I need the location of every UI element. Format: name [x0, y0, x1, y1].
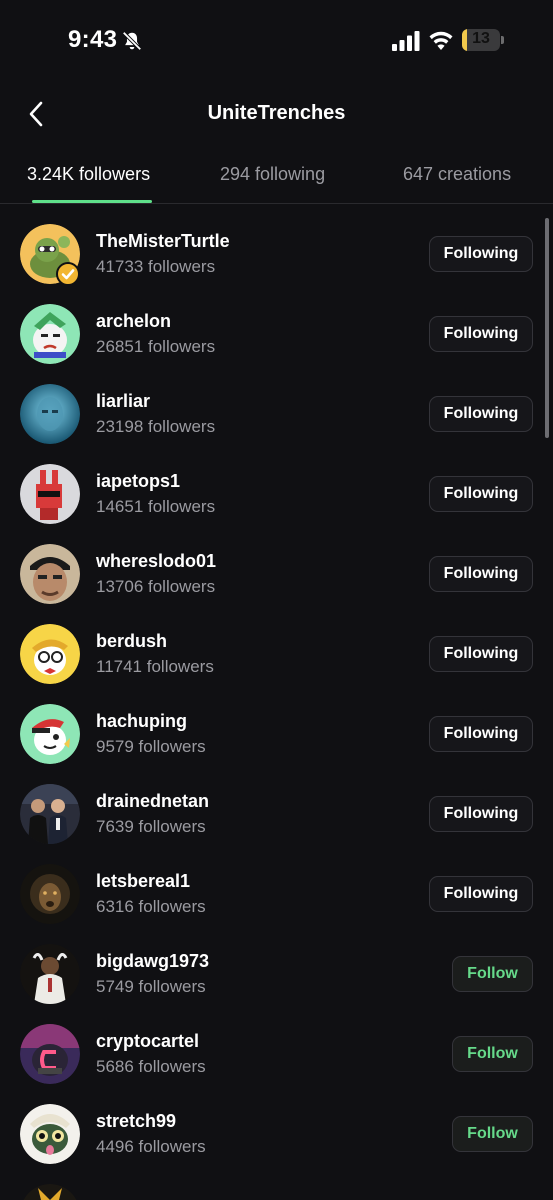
list-item[interactable]: liarliar 23198 followers Following — [0, 364, 553, 444]
following-button[interactable]: Following — [429, 796, 533, 832]
follower-count: 6316 followers — [96, 897, 206, 916]
avatar[interactable] — [20, 944, 80, 1004]
tab-creations[interactable]: 647 creations — [403, 164, 511, 185]
user-name[interactable]: TheMisterTurtle — [96, 231, 230, 252]
active-tab-indicator — [32, 200, 152, 203]
user-name[interactable]: stretch99 — [96, 1111, 176, 1132]
verified-check-icon — [56, 262, 80, 286]
signal-icon — [392, 31, 420, 51]
following-button[interactable]: Following — [429, 716, 533, 752]
avatar[interactable] — [20, 784, 80, 844]
bell-slash-icon — [122, 31, 142, 51]
list-item[interactable]: iapetops1 14651 followers Following — [0, 444, 553, 524]
follower-count: 13706 followers — [96, 577, 216, 596]
list-item[interactable]: TheMisterTurtle 41733 followers Followin… — [0, 204, 553, 286]
list-item[interactable]: drainednetan 7639 followers Following — [0, 764, 553, 844]
list-item[interactable] — [0, 1164, 553, 1200]
user-name[interactable]: liarliar — [96, 391, 150, 412]
user-name[interactable]: whereslodo01 — [96, 551, 216, 572]
follower-count: 11741 followers — [96, 657, 214, 676]
follower-count: 7639 followers — [96, 817, 206, 836]
scrollbar[interactable] — [545, 218, 549, 438]
page-title: UniteTrenches — [207, 102, 346, 124]
avatar[interactable] — [20, 624, 80, 684]
user-name[interactable]: bigdawg1973 — [96, 951, 209, 972]
follow-button[interactable]: Follow — [452, 956, 533, 992]
user-name[interactable]: archelon — [96, 311, 171, 332]
list-item[interactable]: letsbereal1 6316 followers Following — [0, 844, 553, 924]
list-item[interactable]: bigdawg1973 5749 followers Follow — [0, 924, 553, 1004]
status-bar: 9:43 13 — [0, 0, 553, 80]
following-button[interactable]: Following — [429, 556, 533, 592]
follower-count: 14651 followers — [96, 497, 216, 516]
following-button[interactable]: Following — [429, 316, 533, 352]
avatar[interactable] — [20, 1184, 80, 1200]
follower-count: 41733 followers — [96, 257, 216, 276]
list-item[interactable]: whereslodo01 13706 followers Following — [0, 524, 553, 604]
followers-list[interactable]: TheMisterTurtle 41733 followers Followin… — [0, 204, 553, 1200]
battery-indicator: 13 — [462, 29, 504, 51]
follower-count: 26851 followers — [96, 337, 216, 356]
tab-bar: 3.24K followers 294 following 647 creati… — [0, 150, 553, 204]
avatar[interactable] — [20, 384, 80, 444]
avatar[interactable] — [20, 304, 80, 364]
tab-followers[interactable]: 3.24K followers — [27, 164, 150, 185]
list-item[interactable]: hachuping 9579 followers Following — [0, 684, 553, 764]
status-time: 9:43 — [68, 26, 118, 53]
follow-button[interactable]: Follow — [452, 1116, 533, 1152]
list-item[interactable]: stretch99 4496 followers Follow — [0, 1084, 553, 1164]
follower-count: 5749 followers — [96, 977, 206, 996]
list-item[interactable]: cryptocartel 5686 followers Follow — [0, 1004, 553, 1084]
list-item[interactable]: archelon 26851 followers Following — [0, 284, 553, 364]
following-button[interactable]: Following — [429, 236, 533, 272]
user-name[interactable]: hachuping — [96, 711, 187, 732]
following-button[interactable]: Following — [429, 876, 533, 912]
user-name[interactable]: iapetops1 — [96, 471, 180, 492]
follower-count: 9579 followers — [96, 737, 206, 756]
following-button[interactable]: Following — [429, 396, 533, 432]
tab-following[interactable]: 294 following — [220, 164, 325, 185]
wifi-icon — [429, 31, 453, 50]
avatar[interactable] — [20, 1024, 80, 1084]
follower-count: 4496 followers — [96, 1137, 206, 1156]
avatar[interactable] — [20, 544, 80, 604]
avatar[interactable] — [20, 864, 80, 924]
user-name[interactable]: drainednetan — [96, 791, 209, 812]
avatar[interactable] — [20, 704, 80, 764]
following-button[interactable]: Following — [429, 476, 533, 512]
following-button[interactable]: Following — [429, 636, 533, 672]
avatar[interactable] — [20, 1104, 80, 1164]
battery-level: 13 — [472, 30, 490, 47]
follower-count: 23198 followers — [96, 417, 216, 436]
user-name[interactable]: cryptocartel — [96, 1031, 199, 1052]
avatar[interactable] — [20, 464, 80, 524]
follower-count: 5686 followers — [96, 1057, 206, 1076]
header: UniteTrenches — [0, 84, 553, 144]
user-name[interactable]: berdush — [96, 631, 167, 652]
user-name[interactable]: letsbereal1 — [96, 871, 190, 892]
follow-button[interactable]: Follow — [452, 1036, 533, 1072]
list-item[interactable]: berdush 11741 followers Following — [0, 604, 553, 684]
